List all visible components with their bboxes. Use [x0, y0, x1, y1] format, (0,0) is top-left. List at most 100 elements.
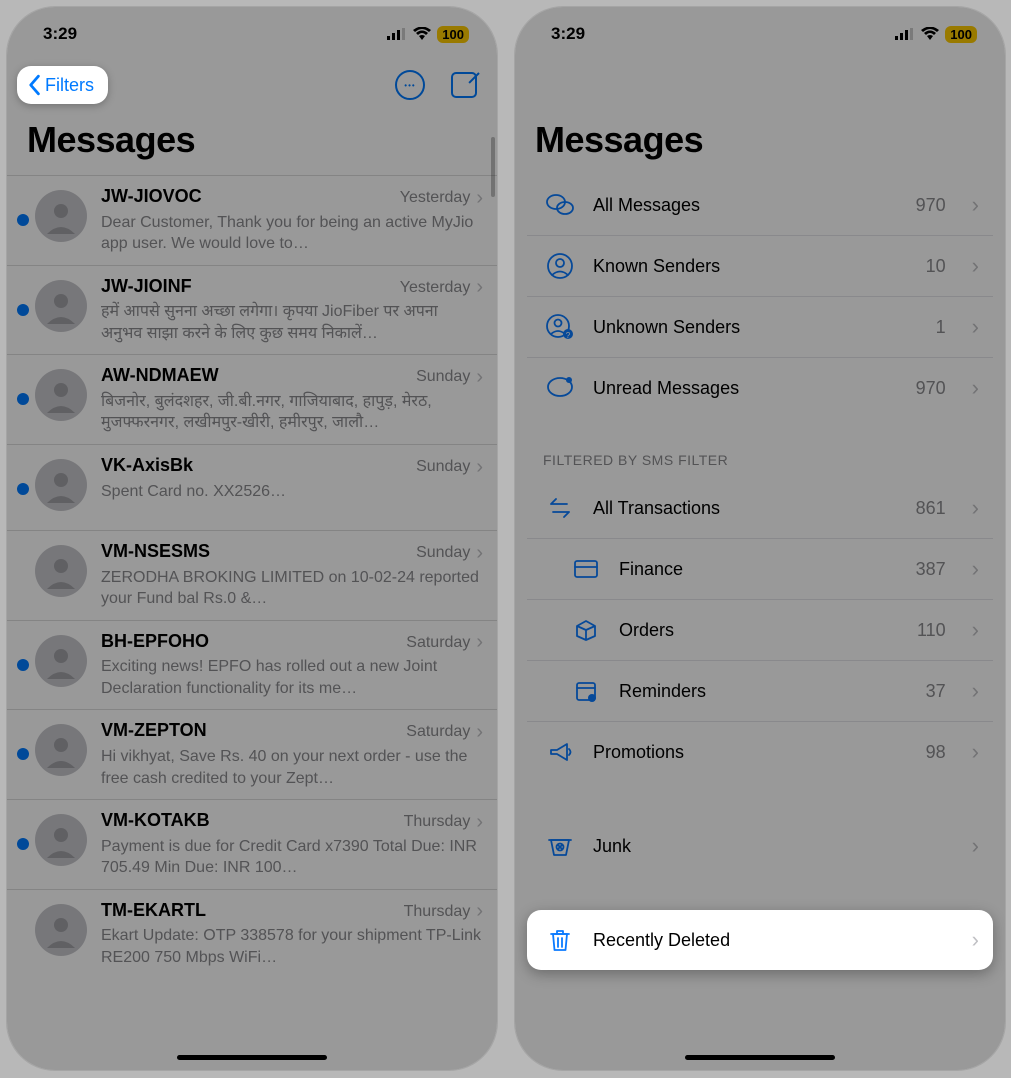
unread-dot-icon	[17, 748, 29, 760]
filter-row-orders[interactable]: Orders110›	[527, 599, 993, 660]
time-label: Yesterday›	[400, 187, 483, 210]
filter-count: 110	[917, 620, 946, 641]
preview-label: Exciting news! EPFO has rolled out a new…	[101, 656, 483, 699]
page-title: Messages	[515, 109, 1005, 175]
chevron-right-icon: ›	[476, 276, 483, 299]
person-q-icon: ?	[545, 312, 575, 342]
filter-count: 970	[916, 378, 946, 399]
filter-count: 387	[916, 559, 946, 580]
conversation-row[interactable]: VM-KOTAKB Thursday›Payment is due for Cre…	[7, 799, 497, 889]
filter-label: Promotions	[593, 742, 908, 763]
filter-row-unread-messages[interactable]: Unread Messages970›	[527, 357, 993, 418]
unread-dot-icon	[17, 483, 29, 495]
filter-group-sms: All Transactions861›Finance387›Orders110…	[527, 478, 993, 782]
chevron-right-icon: ›	[972, 314, 979, 340]
time-label: Thursday›	[404, 811, 483, 834]
filter-count: 10	[926, 256, 946, 277]
conversation-row[interactable]: BH-EPFOHOSaturday›Exciting news! EPFO ha…	[7, 620, 497, 710]
sender-label: JW-JIOVOC	[101, 186, 202, 207]
conversation-row[interactable]: VM-ZEPTONSaturday›Hi vikhyat, Save Rs. 4…	[7, 709, 497, 799]
conversation-row[interactable]: TM-EKARTLThursday›Ekart Update: OTP 3385…	[7, 889, 497, 979]
avatar	[35, 545, 87, 597]
conversation-row[interactable]: VK-AxisBkSunday›Spent Card no. XX2526…	[7, 444, 497, 530]
home-indicator[interactable]	[685, 1055, 835, 1060]
avatar	[35, 190, 87, 242]
filter-row-all-messages[interactable]: All Messages970›	[527, 175, 993, 235]
filter-row-known-senders[interactable]: Known Senders 10 ›	[527, 235, 993, 296]
filter-group-main: All Messages970›Known Senders10›?Unknown…	[527, 175, 993, 418]
status-bar: 3:29 100	[7, 7, 497, 61]
megaphone-icon	[545, 737, 575, 767]
conversation-row[interactable]: JW-JIOVOCYesterday›Dear Customer, Thank …	[7, 175, 497, 265]
chevron-right-icon: ›	[972, 833, 979, 859]
compose-button[interactable]	[451, 72, 477, 98]
filter-label: Orders	[619, 620, 899, 641]
filter-count: 970	[916, 195, 946, 216]
box-icon	[571, 615, 601, 645]
chevron-right-icon: ›	[476, 366, 483, 389]
filter-row-recently-deleted[interactable]: Recently Deleted ›	[527, 910, 993, 970]
chevron-left-icon	[25, 74, 43, 96]
chevron-right-icon: ›	[972, 375, 979, 401]
transfer-icon	[545, 493, 575, 523]
filter-label: All Transactions	[593, 498, 898, 519]
filter-row-all-transactions[interactable]: All Transactions 861 ›	[527, 478, 993, 538]
time-label: Saturday›	[406, 721, 483, 744]
filter-count: 1	[936, 317, 946, 338]
filter-row-reminders[interactable]: Reminders37›	[527, 660, 993, 721]
filtered-by-header: Filtered by SMS Filter	[527, 452, 993, 478]
unread-dot-icon	[17, 214, 29, 226]
battery-badge: 100	[945, 26, 977, 43]
filter-row-unknown-senders[interactable]: ?Unknown Senders1›	[527, 296, 993, 357]
chevron-right-icon: ›	[972, 495, 979, 521]
conversation-row[interactable]: VM-NSESMSSunday›ZERODHA BROKING LIMITED …	[7, 530, 497, 620]
scroll-indicator[interactable]	[491, 137, 495, 197]
preview-label: बिजनोर, बुलंदशहर, जी.बी.नगर, गाजियाबाद, …	[101, 391, 483, 434]
battery-badge: 100	[437, 26, 469, 43]
conversation-list[interactable]: JW-JIOVOCYesterday›Dear Customer, Thank …	[7, 175, 497, 979]
wifi-icon	[413, 27, 431, 41]
chevron-right-icon: ›	[972, 739, 979, 765]
avatar	[35, 369, 87, 421]
bubbles-icon	[545, 190, 575, 220]
card-icon	[571, 554, 601, 584]
preview-label: Payment is due for Credit Card x7390 Tot…	[101, 836, 483, 879]
chevron-right-icon: ›	[972, 927, 979, 953]
time-label: Yesterday›	[400, 276, 483, 299]
preview-label: Ekart Update: OTP 338578 for your shipme…	[101, 925, 483, 968]
chevron-right-icon: ›	[476, 811, 483, 834]
unread-dot-icon	[17, 838, 29, 850]
conversation-row[interactable]: AW-NDMAEWSunday›बिजनोर, बुलंदशहर, जी.बी.…	[7, 354, 497, 444]
chevron-right-icon: ›	[972, 253, 979, 279]
chevron-right-icon: ›	[476, 721, 483, 744]
time-label: Saturday›	[406, 631, 483, 654]
preview-label: Hi vikhyat, Save Rs. 40 on your next ord…	[101, 746, 483, 789]
filter-count: 98	[926, 742, 946, 763]
conversation-row[interactable]: JW-JIOINFYesterday›हमें आपसे सुनना अच्छा…	[7, 265, 497, 355]
chevron-right-icon: ›	[972, 556, 979, 582]
avatar	[35, 635, 87, 687]
svg-text:?: ?	[566, 331, 571, 340]
wifi-icon	[921, 27, 939, 41]
avatar	[35, 280, 87, 332]
filter-label: Recently Deleted	[593, 930, 928, 951]
chevron-right-icon: ›	[972, 678, 979, 704]
trash-icon	[545, 925, 575, 955]
filter-row-junk[interactable]: Junk›	[527, 816, 993, 876]
filter-row-finance[interactable]: Finance387›	[527, 538, 993, 599]
home-indicator[interactable]	[177, 1055, 327, 1060]
cellular-icon	[895, 28, 915, 40]
unread-dot-icon	[17, 304, 29, 316]
filter-row-promotions[interactable]: Promotions 98 ›	[527, 721, 993, 782]
time-label: Sunday›	[416, 456, 483, 479]
avatar	[35, 904, 87, 956]
filter-count: 861	[916, 498, 946, 519]
sender-label: VM-KOTAKB	[101, 810, 210, 831]
filter-label: Known Senders	[593, 256, 908, 277]
page-title: Messages	[7, 109, 497, 175]
sender-label: VM-NSESMS	[101, 541, 210, 562]
more-button[interactable]: •••	[395, 70, 425, 100]
preview-label: ZERODHA BROKING LIMITED on 10-02-24 repo…	[101, 567, 483, 610]
filters-back-button[interactable]: Filters	[17, 66, 108, 104]
chevron-right-icon: ›	[476, 631, 483, 654]
